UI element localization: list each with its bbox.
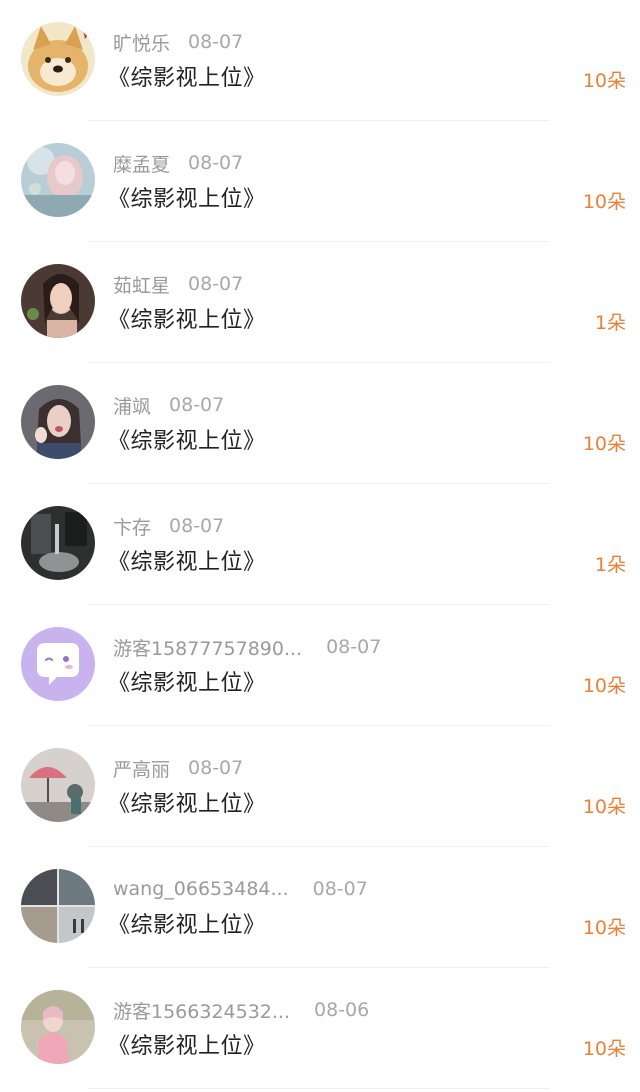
book-title: 《综影视上位》: [108, 429, 266, 454]
gift-count: 10朵: [582, 1038, 626, 1060]
list-item[interactable]: 游客15877757890... 08-07 《综影视上位》 10朵: [0, 605, 640, 726]
list-item[interactable]: 浦飒 08-07 《综影视上位》 10朵: [0, 363, 640, 484]
book-title: 《综影视上位》: [108, 66, 266, 91]
date-label: 08-06: [314, 999, 370, 1021]
gift-count: 1朵: [594, 554, 626, 576]
collage-avatar-icon[interactable]: [21, 869, 95, 943]
list-item[interactable]: 旷悦乐 08-07 《综影视上位》 10朵: [0, 0, 640, 121]
divider: [88, 1088, 550, 1089]
gift-count: 10朵: [582, 191, 626, 213]
gift-count: 10朵: [582, 917, 626, 939]
date-label: 08-07: [188, 273, 244, 295]
list-item[interactable]: 严高丽 08-07 《综影视上位》 10朵: [0, 726, 640, 847]
book-title: 《综影视上位》: [108, 308, 266, 333]
chat-bubble-avatar-icon[interactable]: [21, 627, 95, 701]
gift-count: 10朵: [582, 675, 626, 697]
date-label: 08-07: [312, 878, 368, 900]
date-label: 08-07: [326, 636, 382, 658]
user-name[interactable]: 游客1566324532...: [113, 997, 290, 1024]
gift-count: 1朵: [594, 312, 626, 334]
date-label: 08-07: [169, 515, 225, 537]
user-name[interactable]: 严高丽: [113, 755, 170, 782]
gift-record-list: 旷悦乐 08-07 《综影视上位》 10朵 糜孟夏 08-07 《综影视上位》 …: [0, 0, 640, 1092]
book-title: 《综影视上位》: [108, 550, 266, 575]
doge-avatar-icon[interactable]: [21, 22, 95, 96]
gift-count: 10朵: [582, 70, 626, 92]
book-title: 《综影视上位》: [108, 187, 266, 212]
dark-photo-avatar-icon[interactable]: [21, 506, 95, 580]
date-label: 08-07: [188, 31, 244, 53]
book-title: 《综影视上位》: [108, 671, 266, 696]
user-name[interactable]: 浦飒: [113, 392, 151, 419]
date-label: 08-07: [188, 757, 244, 779]
user-name[interactable]: 游客15877757890...: [113, 634, 302, 661]
girl-pink-avatar-icon[interactable]: [21, 990, 95, 1064]
list-item[interactable]: 游客1566324532... 08-06 《综影视上位》 10朵: [0, 968, 640, 1089]
umbrella-avatar-icon[interactable]: [21, 748, 95, 822]
book-title: 《综影视上位》: [108, 913, 266, 938]
book-title: 《综影视上位》: [108, 792, 266, 817]
user-name[interactable]: 茹虹星: [113, 271, 170, 298]
list-item[interactable]: 卞存 08-07 《综影视上位》 1朵: [0, 484, 640, 605]
book-title: 《综影视上位》: [108, 1034, 266, 1059]
portrait-avatar-icon[interactable]: [21, 264, 95, 338]
gift-count: 10朵: [582, 796, 626, 818]
list-item[interactable]: 糜孟夏 08-07 《综影视上位》 10朵: [0, 121, 640, 242]
user-name[interactable]: 糜孟夏: [113, 150, 170, 177]
portrait-avatar-icon[interactable]: [21, 385, 95, 459]
user-name[interactable]: 卞存: [113, 513, 151, 540]
list-item[interactable]: 茹虹星 08-07 《综影视上位》 1朵: [0, 242, 640, 363]
anime-girl-avatar-icon[interactable]: [21, 143, 95, 217]
user-name[interactable]: wang_06653484...: [113, 878, 289, 900]
gift-count: 10朵: [582, 433, 626, 455]
list-item[interactable]: wang_06653484... 08-07 《综影视上位》 10朵: [0, 847, 640, 968]
date-label: 08-07: [169, 394, 225, 416]
date-label: 08-07: [188, 152, 244, 174]
user-name[interactable]: 旷悦乐: [113, 29, 170, 56]
